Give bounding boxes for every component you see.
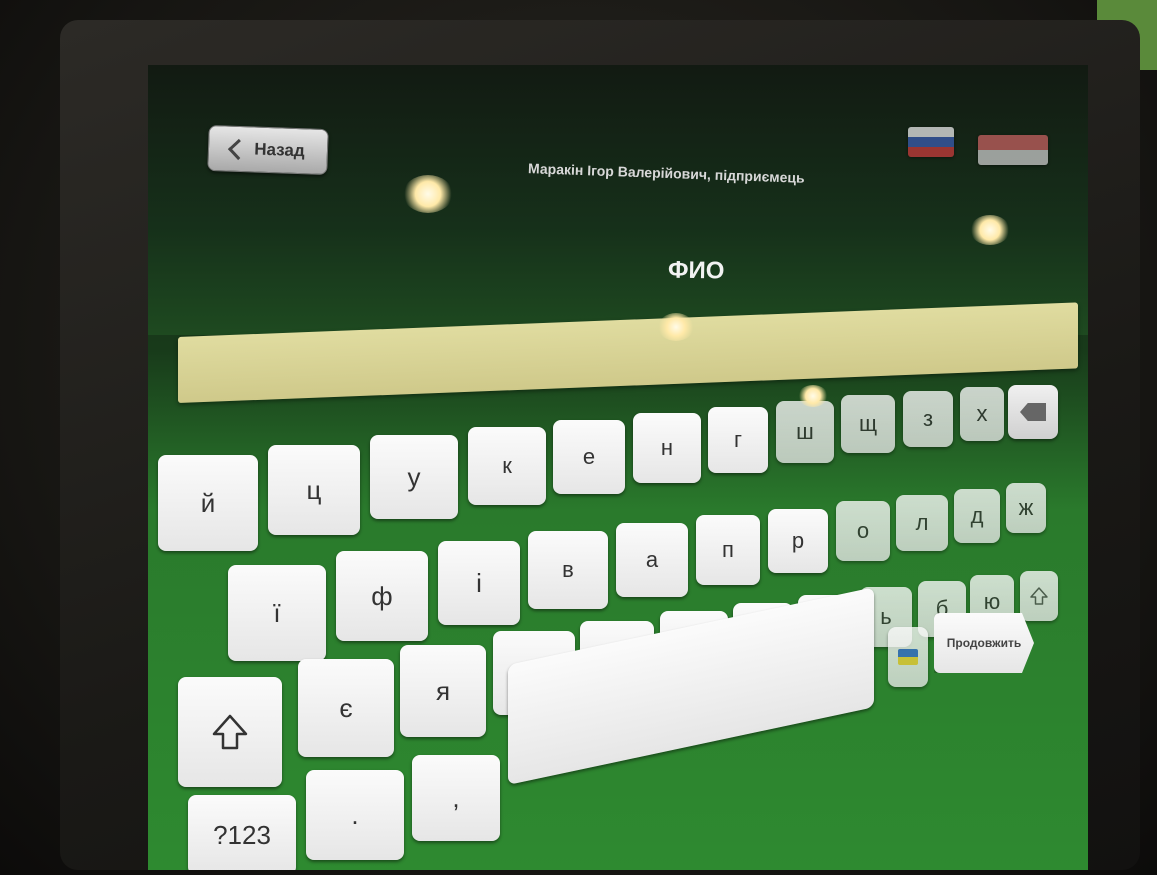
key-row3-1[interactable]: я (400, 645, 486, 737)
key-row1-10[interactable]: х (960, 387, 1004, 441)
key-row2-0-label: ї (273, 597, 281, 628)
light-glare (970, 215, 1010, 245)
key-row2-5-label: п (722, 537, 734, 562)
key-row1-9-label: з (922, 406, 934, 431)
key-row3-9-label: ю (983, 589, 1001, 614)
key-row3-7-label: ь (880, 604, 892, 629)
shift-arrow-icon (210, 712, 250, 752)
onscreen-keyboard: йцукенгшщзхїфівапролджєячсмитьбю?123.,Пр… (148, 65, 1088, 870)
key-row2-9[interactable]: д (954, 489, 1000, 543)
key-row3-1-label: я (435, 675, 451, 706)
key-row1-6[interactable]: г (708, 407, 768, 473)
backspace-icon (1020, 403, 1046, 421)
key-row1-7[interactable]: ш (776, 401, 834, 463)
key-row2-9-label: д (970, 503, 984, 528)
key-row1-8-label: щ (858, 411, 878, 436)
key-row1-10-label: х (976, 401, 988, 426)
key-row2-4[interactable]: а (616, 523, 688, 597)
key-row2-5[interactable]: п (696, 515, 760, 585)
key-row3-0[interactable]: є (298, 659, 394, 757)
key-row1-0[interactable]: й (158, 455, 258, 551)
key-row2-2[interactable]: і (438, 541, 520, 625)
comma-key-label: , (452, 782, 460, 813)
light-glare (403, 175, 453, 213)
kiosk-bezel: Назад Маракін Ігор Валерійович, підприєм… (60, 20, 1140, 870)
shift-key-right[interactable] (1020, 571, 1058, 621)
shift-arrow-icon (1029, 586, 1049, 606)
key-row2-3[interactable]: в (528, 531, 608, 609)
symbols-key-label: ?123 (213, 819, 271, 850)
key-row2-3-label: в (562, 557, 574, 582)
key-row1-0-label: й (200, 487, 216, 518)
ukraine-flag-icon (898, 649, 918, 665)
shift-key-left[interactable] (178, 677, 282, 787)
key-row1-5[interactable]: н (633, 413, 701, 483)
key-row2-6-label: р (791, 528, 805, 553)
key-row1-4[interactable]: е (553, 420, 625, 494)
key-row1-8[interactable]: щ (841, 395, 895, 453)
key-row2-0[interactable]: ї (228, 565, 326, 661)
key-row2-8[interactable]: л (896, 495, 948, 551)
continue-button-label: Продовжить (946, 636, 1022, 650)
key-row1-4-label: е (582, 444, 596, 469)
period-key[interactable]: . (306, 770, 404, 860)
key-row2-4-label: а (645, 547, 659, 572)
key-row1-7-label: ш (796, 419, 814, 444)
kiosk-screen: Назад Маракін Ігор Валерійович, підприєм… (148, 65, 1088, 870)
language-key[interactable] (888, 627, 928, 687)
period-key-label: . (351, 799, 359, 830)
key-row1-1-label: ц (306, 474, 322, 505)
key-row2-1[interactable]: ф (336, 551, 428, 641)
key-row2-10[interactable]: ж (1006, 483, 1046, 533)
key-row2-7[interactable]: о (836, 501, 890, 561)
delete-key[interactable] (1008, 385, 1058, 439)
key-row1-3[interactable]: к (468, 427, 546, 505)
key-row1-5-label: н (660, 435, 674, 460)
key-row2-1-label: ф (371, 580, 393, 611)
key-row1-6-label: г (733, 427, 743, 452)
key-row2-8-label: л (915, 510, 929, 535)
key-row1-2[interactable]: у (370, 435, 458, 519)
key-row2-6[interactable]: р (768, 509, 828, 573)
symbols-key[interactable]: ?123 (188, 795, 296, 870)
kiosk-photo: Назад Маракін Ігор Валерійович, підприєм… (0, 0, 1157, 875)
comma-key[interactable]: , (412, 755, 500, 841)
key-row1-3-label: к (502, 453, 512, 478)
key-row2-7-label: о (856, 518, 870, 543)
continue-button[interactable]: Продовжить (934, 613, 1034, 673)
key-row1-2-label: у (407, 461, 421, 492)
light-glare (658, 313, 694, 341)
key-row1-1[interactable]: ц (268, 445, 360, 535)
key-row2-10-label: ж (1018, 495, 1034, 520)
key-row2-2-label: і (476, 567, 482, 598)
light-glare (798, 385, 828, 407)
key-row3-0-label: є (339, 692, 353, 723)
key-row1-9[interactable]: з (903, 391, 953, 447)
